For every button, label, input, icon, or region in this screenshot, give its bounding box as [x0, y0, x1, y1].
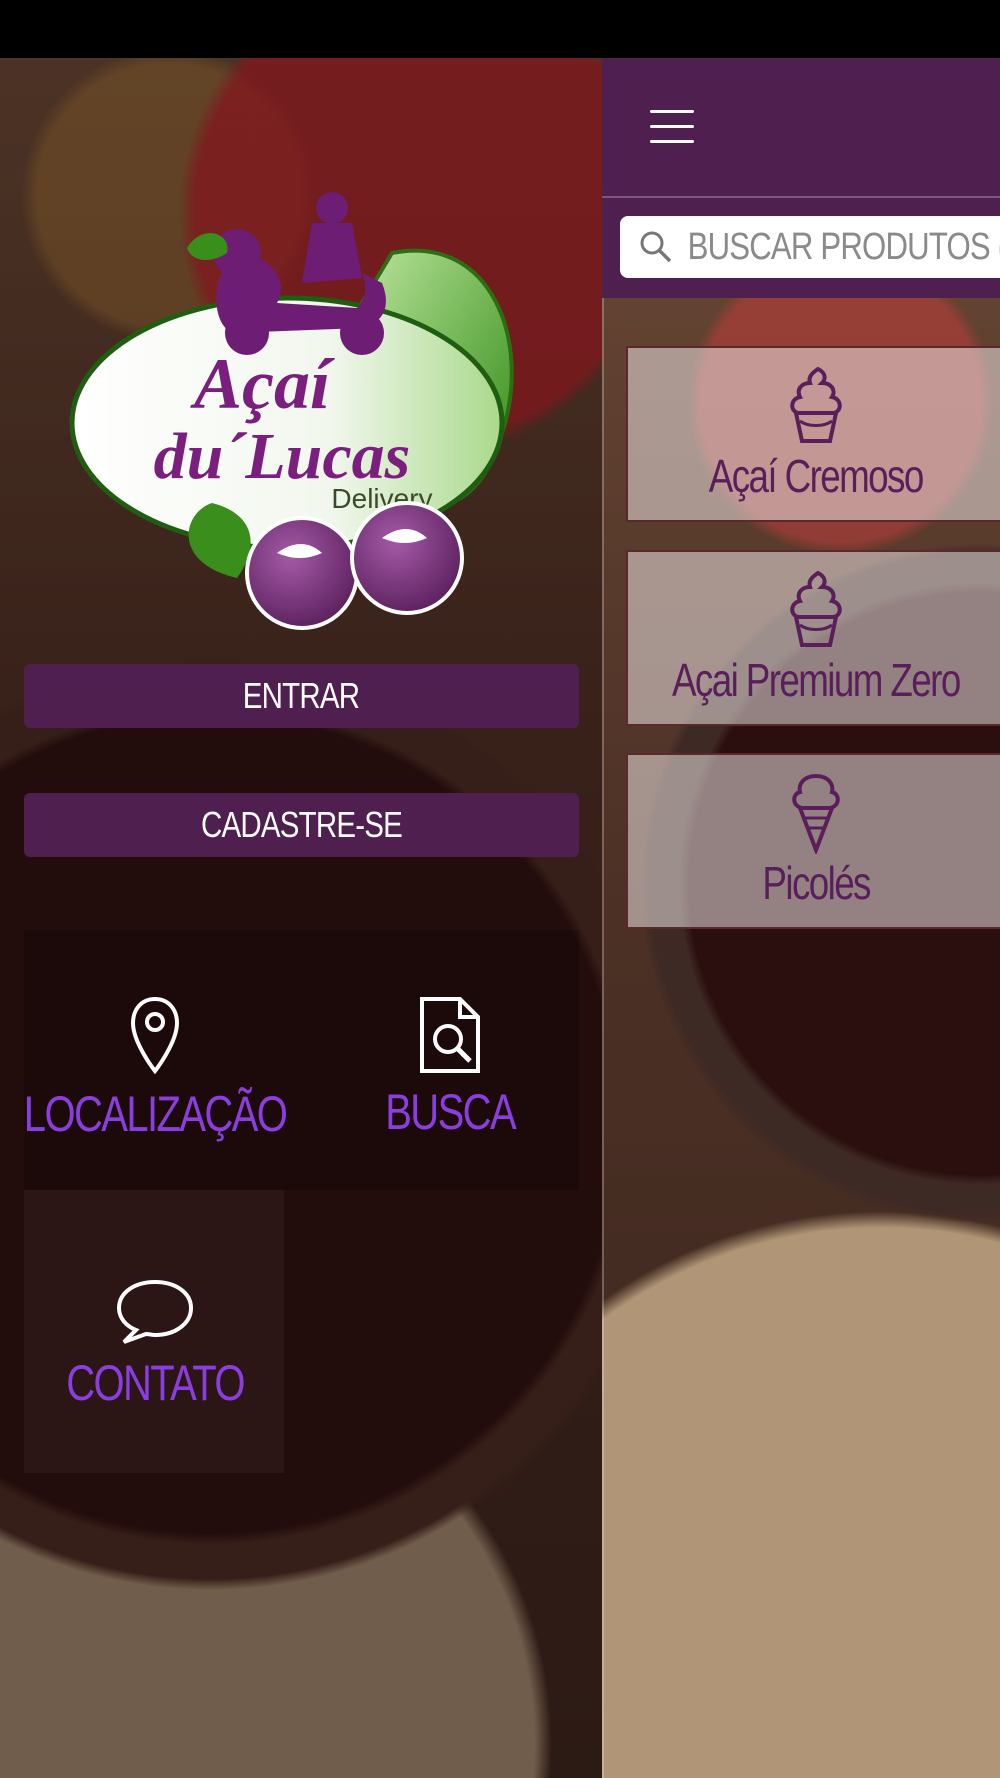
map-pin-icon: [130, 996, 180, 1075]
category-acai-cremoso[interactable]: Açaí Cremoso: [626, 346, 1000, 522]
navigation-drawer: Açaí du´Lucas Delivery ENTRAR CADASTRE-S…: [0, 58, 602, 1778]
search-box[interactable]: [620, 216, 1000, 278]
login-button[interactable]: ENTRAR: [24, 664, 579, 728]
location-link[interactable]: LOCALIZAÇÃO: [24, 995, 288, 1143]
search-icon: [640, 231, 672, 263]
main-content: Açaí Cremoso Açai Premium Zero Picolés: [602, 58, 1000, 1778]
svg-text:Açaí: Açaí: [190, 344, 335, 424]
search-bar: [602, 198, 1000, 298]
category-picoles[interactable]: Picolés: [626, 753, 1000, 929]
register-button[interactable]: CADASTRE-SE: [24, 793, 579, 857]
contact-link[interactable]: CONTATO: [30, 1276, 280, 1412]
status-bar: [0, 0, 1000, 58]
category-acai-premium-zero[interactable]: Açai Premium Zero: [626, 550, 1000, 726]
cupcake-icon: [790, 570, 842, 647]
search-link[interactable]: BUSCA: [330, 995, 570, 1141]
document-search-icon: [420, 997, 480, 1073]
search-input[interactable]: [686, 224, 1000, 270]
brand-logo: Açaí du´Lucas Delivery: [69, 192, 514, 630]
app-header: [602, 58, 1000, 198]
cupcake-icon: [790, 366, 842, 443]
ice-cream-cone-icon: [792, 773, 840, 854]
hamburger-icon[interactable]: [650, 110, 694, 144]
chat-bubble-icon: [116, 1279, 194, 1344]
